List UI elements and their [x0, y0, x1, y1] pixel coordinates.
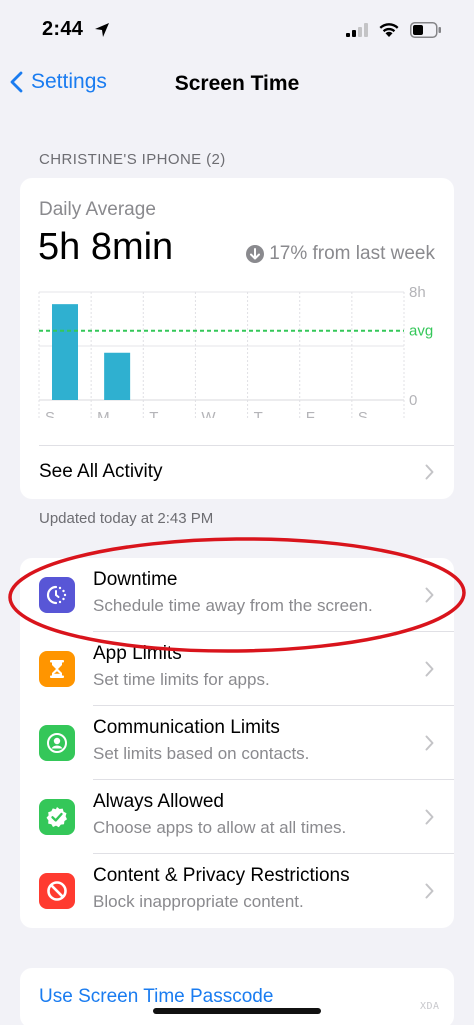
chevron-right-icon [425, 883, 434, 899]
device-header: CHRISTINE'S IPHONE (2) [39, 151, 226, 168]
home-indicator[interactable] [153, 1008, 321, 1014]
cellular-signal-icon [346, 23, 368, 37]
chart-x-tick-label: M [97, 409, 110, 418]
weekly-change-text: 17% from last week [269, 243, 435, 264]
weekly-change: 17% from last week [246, 243, 435, 265]
chevron-right-icon [425, 661, 434, 677]
content-privacy-row[interactable]: Content & Privacy Restrictions Block ina… [20, 854, 454, 928]
location-arrow-icon [95, 23, 109, 37]
see-all-activity-row[interactable]: See All Activity [20, 446, 454, 498]
row-subtitle: Choose apps to allow at all times. [93, 818, 347, 837]
usage-chart: avg 8h 0 S M T W T F S [38, 284, 433, 418]
chart-x-tick-label: T [149, 409, 158, 418]
status-bar: 2:44 [0, 0, 474, 62]
app-limits-row[interactable]: App Limits Set time limits for apps. [20, 632, 454, 706]
chart-x-tick-label: F [306, 409, 315, 418]
watermark-logo: XDA [420, 1001, 440, 1012]
row-subtitle: Set time limits for apps. [93, 670, 270, 689]
chart-x-tick-label: S [45, 409, 55, 418]
chart-x-tick-label: W [201, 409, 216, 418]
downtime-icon [39, 577, 75, 613]
usage-card: Daily Average 5h 8min 17% from last week… [20, 178, 454, 499]
chart-x-tick-label: T [254, 409, 263, 418]
communication-limits-row[interactable]: Communication Limits Set limits based on… [20, 706, 454, 780]
updated-timestamp: Updated today at 2:43 PM [39, 510, 214, 527]
page-title: Screen Time [174, 72, 300, 95]
no-entry-icon [39, 873, 75, 909]
arrow-down-circle-icon [246, 245, 265, 263]
checkmark-badge-icon [39, 799, 75, 835]
downtime-row[interactable]: Downtime Schedule time away from the scr… [20, 558, 454, 632]
contact-icon [39, 725, 75, 761]
row-title: Content & Privacy Restrictions [93, 865, 350, 886]
row-title: Downtime [93, 569, 178, 590]
row-subtitle: Set limits based on contacts. [93, 744, 310, 763]
always-allowed-row[interactable]: Always Allowed Choose apps to allow at a… [20, 780, 454, 854]
row-subtitle: Block inappropriate content. [93, 892, 304, 911]
battery-icon [410, 22, 441, 38]
row-title: Always Allowed [93, 791, 224, 812]
chart-bar [52, 304, 78, 400]
row-subtitle: Schedule time away from the screen. [93, 596, 373, 615]
wifi-icon [379, 23, 399, 37]
chart-y-tick-label: 0 [409, 392, 417, 409]
chevron-right-icon [425, 464, 434, 480]
passcode-card: Use Screen Time Passcode [20, 968, 454, 1025]
daily-average-value: 5h 8min [38, 226, 174, 268]
chart-bar [104, 352, 131, 400]
navigation-bar: Settings Screen Time [0, 62, 474, 106]
use-passcode-button[interactable]: Use Screen Time Passcode [39, 986, 273, 1008]
see-all-activity-label: See All Activity [39, 461, 163, 482]
chart-y-tick-label: 8h [409, 284, 426, 301]
row-title: App Limits [93, 643, 182, 664]
daily-average-label: Daily Average [39, 199, 156, 220]
chevron-right-icon [425, 809, 434, 825]
settings-list: Downtime Schedule time away from the scr… [20, 558, 454, 928]
status-time: 2:44 [42, 18, 84, 40]
hourglass-icon [39, 651, 75, 687]
row-title: Communication Limits [93, 717, 280, 738]
chart-x-tick-label: S [358, 409, 368, 418]
chart-average-label: avg [409, 323, 433, 340]
chevron-right-icon [425, 587, 434, 603]
chevron-right-icon [425, 735, 434, 751]
